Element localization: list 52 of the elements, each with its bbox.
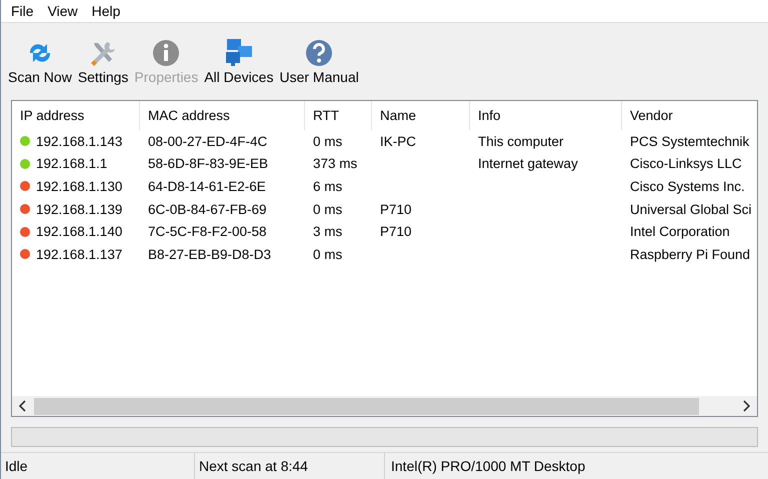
scroll-thumb[interactable]: [34, 398, 699, 414]
scroll-left-icon[interactable]: [18, 400, 28, 412]
toolbar-button[interactable]: Scan Now: [5, 37, 75, 87]
table-cell: Intel Corporation: [630, 224, 730, 240]
table-cell: PCS Systemtechnik: [630, 134, 750, 149]
status-text: Idle: [1, 453, 195, 479]
menu-item[interactable]: View: [44, 3, 82, 19]
column-header[interactable]: RTT: [305, 101, 372, 130]
table-cell: 58-6D-8F-83-9E-EB: [148, 156, 268, 172]
table-cell: 6 ms: [313, 178, 342, 194]
toolbar-button[interactable]: Settings: [74, 37, 132, 87]
table-cell: 192.168.1.140: [36, 224, 122, 240]
table-cell: B8-27-EB-B9-D8-D3: [148, 246, 272, 262]
table-cell: 192.168.1.1: [36, 156, 108, 172]
toolbar-button[interactable]: All Devices: [201, 35, 276, 87]
table-cell: P710: [380, 224, 412, 240]
scroll-right-icon[interactable]: [741, 400, 751, 412]
table-cell: 192.168.1.130: [36, 178, 122, 194]
status-text: Next scan at 8:44: [195, 453, 385, 479]
table-cell: Universal Global Sci: [630, 202, 752, 217]
horizontal-scrollbar[interactable]: [12, 396, 757, 416]
table-cell: 192.168.1.139: [36, 202, 122, 217]
table-cell: 3 ms: [313, 224, 342, 240]
column-header[interactable]: MAC address: [140, 101, 305, 130]
column-header[interactable]: IP address: [12, 101, 140, 130]
table-cell: 0 ms: [313, 202, 342, 217]
table-cell: Internet gateway: [478, 156, 578, 172]
column-header[interactable]: Info: [470, 101, 622, 130]
table-cell: Cisco-Linksys LLC: [630, 156, 742, 172]
table-cell: IK-PC: [380, 134, 416, 149]
menu-item[interactable]: File: [7, 3, 38, 19]
table-cell: 6C-0B-84-67-FB-69: [148, 202, 267, 217]
table-cell: 192.168.1.137: [36, 246, 122, 262]
table-cell: 08-00-27-ED-4F-4C: [148, 134, 268, 149]
table-cell: P710: [380, 202, 412, 217]
column-header[interactable]: Vendor: [622, 101, 756, 130]
table-cell: 0 ms: [313, 134, 342, 149]
table-cell: 7C-5C-F8-F2-00-58: [148, 224, 267, 240]
column-header[interactable]: Name: [372, 101, 470, 130]
info-icon: [151, 39, 182, 67]
toolbar-button[interactable]: User Manual: [276, 37, 362, 87]
table-cell: Cisco Systems Inc.: [630, 178, 745, 194]
table-cell: 0 ms: [313, 246, 342, 262]
monitors-icon: [224, 37, 254, 67]
status-text: Intel(R) PRO/1000 MT Desktop: [390, 457, 586, 476]
menu-item[interactable]: Help: [88, 3, 124, 19]
table-cell: 64-D8-14-61-E2-6E: [148, 178, 266, 194]
table-cell: 373 ms: [313, 156, 358, 172]
table-cell: Raspberry Pi Found: [630, 246, 750, 262]
help-icon: [304, 39, 334, 67]
table-cell: 192.168.1.143: [36, 134, 122, 149]
table-cell: This computer: [478, 134, 564, 149]
